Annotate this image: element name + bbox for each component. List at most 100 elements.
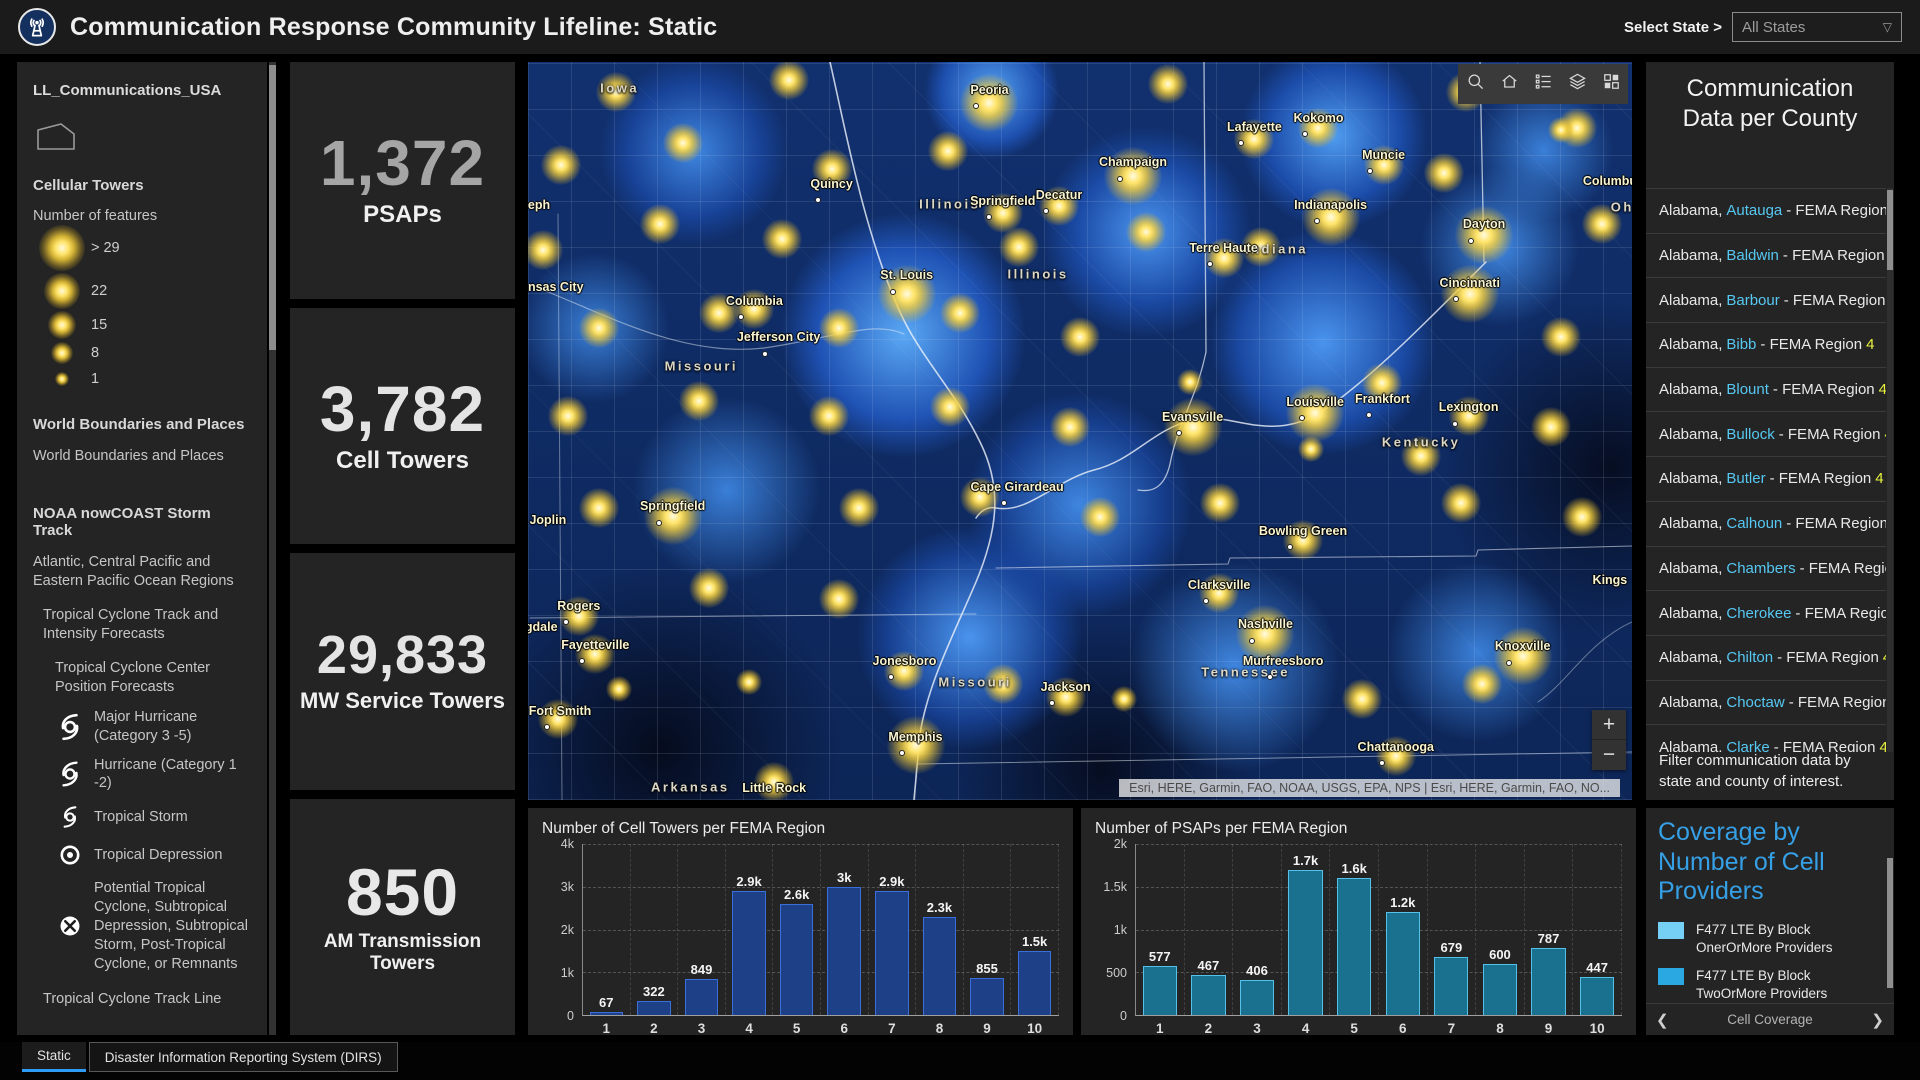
state-dropdown[interactable]: All States ▽	[1732, 12, 1902, 42]
county-scrollbar[interactable]	[1887, 188, 1893, 752]
home-button[interactable]	[1492, 64, 1526, 104]
legend-scrollbar-thumb[interactable]	[269, 65, 276, 350]
x-tick-label: 7	[869, 1021, 916, 1036]
bar-region-6[interactable]: 3k	[827, 887, 861, 1015]
bar-region-2[interactable]: 467	[1191, 975, 1225, 1015]
bar-value-label: 787	[1538, 931, 1560, 946]
county-list-item[interactable]: Alabama,Autauga- FEMA Region4	[1646, 188, 1886, 233]
bar-value-label: 849	[691, 962, 713, 977]
city-label: Bowling Green	[1259, 524, 1347, 538]
bar-region-10[interactable]: 1.5k	[1018, 951, 1052, 1015]
city-marker-dot	[1468, 238, 1474, 244]
bar-region-5[interactable]: 2.6k	[780, 904, 814, 1015]
bar-region-8[interactable]: 2.3k	[923, 917, 957, 1015]
county-list-item[interactable]: Alabama,Choctaw- FEMA Region4	[1646, 680, 1886, 725]
county-list-item[interactable]: Alabama,Chilton- FEMA Region4	[1646, 635, 1886, 680]
bar-region-7[interactable]: 679	[1434, 957, 1468, 1015]
bar-region-6[interactable]: 1.2k	[1386, 912, 1420, 1015]
bar-region-1[interactable]: 67	[590, 1012, 624, 1015]
bar-region-9[interactable]: 855	[970, 978, 1004, 1015]
tower-glow	[579, 308, 619, 348]
county-data-panel: Communication Data per County Alabama,Au…	[1646, 62, 1894, 800]
city-marker-dot	[762, 351, 768, 357]
county-list-item[interactable]: Alabama,Butler- FEMA Region4	[1646, 456, 1886, 501]
chart-title: Number of Cell Towers per FEMA Region	[542, 820, 1059, 838]
chart-column: 2.6k5	[773, 844, 821, 1015]
map[interactable]: IowaIllinoisIllinoisIndianaOhiMissouriMi…	[528, 62, 1632, 800]
county-list-item[interactable]: Alabama,Bibb- FEMA Region4	[1646, 322, 1886, 367]
county-region-value: 4	[1879, 739, 1886, 752]
bar-wrap: 855	[964, 844, 1011, 1015]
bar-region-9[interactable]: 787	[1531, 948, 1565, 1015]
tower-glow	[769, 62, 809, 100]
x-tick-label: 2	[631, 1021, 678, 1036]
coverage-scrollbar-thumb[interactable]	[1887, 858, 1893, 988]
x-tick-label: 1	[1136, 1021, 1184, 1036]
bar-region-3[interactable]: 849	[685, 979, 719, 1015]
legend-button[interactable]	[1526, 64, 1560, 104]
tower-glow	[1177, 369, 1203, 395]
county-state-prefix: Alabama,	[1659, 470, 1722, 487]
county-list-item[interactable]: Alabama,Cherokee- FEMA Region4	[1646, 590, 1886, 635]
city-label: Evansville	[1162, 410, 1223, 424]
bar-region-8[interactable]: 600	[1483, 964, 1517, 1015]
county-region-label: - FEMA Region	[1777, 649, 1879, 666]
county-list-item[interactable]: Alabama,Calhoun- FEMA Region4	[1646, 501, 1886, 546]
chart-column: 2.9k4	[726, 844, 774, 1015]
county-list-item[interactable]: Alabama,Bullock- FEMA Region4	[1646, 411, 1886, 456]
x-tick-label: 8	[916, 1021, 963, 1036]
city-label: Muncie	[1362, 148, 1405, 162]
bar-value-label: 67	[599, 995, 613, 1010]
bar-region-3[interactable]: 406	[1240, 980, 1274, 1015]
bar-region-4[interactable]: 2.9k	[732, 891, 766, 1015]
bar-region-4[interactable]: 1.7k	[1288, 870, 1322, 1015]
tower-glyph-cell	[33, 311, 91, 339]
storm-symbol-label: Tropical Storm	[94, 808, 188, 827]
city-marker-dot	[1379, 760, 1385, 766]
bar-region-1[interactable]: 577	[1143, 966, 1177, 1015]
city-label: Fayetteville	[561, 638, 629, 652]
bar-region-10[interactable]: 447	[1580, 977, 1614, 1015]
county-state-prefix: Alabama,	[1659, 247, 1722, 264]
chart-column: 2.9k7	[869, 844, 917, 1015]
bar-columns: 671322284932.9k42.6k53k62.9k72.3k885591.…	[583, 844, 1059, 1015]
zoom-in-button[interactable]: +	[1592, 710, 1626, 740]
county-list-item[interactable]: Alabama,Clarke- FEMA Region4	[1646, 724, 1886, 752]
county-name: Chambers	[1726, 560, 1795, 577]
chevron-right-icon[interactable]: ❯	[1871, 1011, 1884, 1029]
bar-region-7[interactable]: 2.9k	[875, 891, 909, 1015]
county-scrollbar-thumb[interactable]	[1887, 190, 1893, 270]
county-list-item[interactable]: Alabama,Baldwin- FEMA Region4	[1646, 233, 1886, 278]
legend-noaa-heading: NOAA nowCOAST Storm Track	[33, 505, 251, 539]
tab-static[interactable]: Static	[22, 1042, 86, 1072]
radio-tower-icon	[18, 8, 56, 46]
tab-disaster-information-reporting-system-dirs[interactable]: Disaster Information Reporting System (D…	[89, 1042, 398, 1072]
tower-glow	[1424, 153, 1464, 193]
bar-value-label: 1.7k	[1293, 853, 1318, 868]
zoom-out-button[interactable]: −	[1592, 740, 1626, 770]
header: Communication Response Community Lifelin…	[0, 0, 1920, 54]
stat-value: 850	[346, 859, 459, 925]
basemap-button[interactable]	[1594, 64, 1628, 104]
bar-value-label: 855	[976, 961, 998, 976]
storm-symbol-row: Tropical Depression	[55, 841, 251, 869]
hurricane-icon	[55, 760, 85, 788]
layers-button[interactable]	[1560, 64, 1594, 104]
search-button[interactable]	[1458, 64, 1492, 104]
chevron-left-icon[interactable]: ❮	[1656, 1011, 1669, 1029]
tower-glyph-cell	[33, 225, 91, 271]
county-name: Blount	[1726, 381, 1769, 398]
legend-icon	[1534, 72, 1553, 96]
county-list-item[interactable]: Alabama,Chambers- FEMA Region4	[1646, 546, 1886, 591]
bar-region-5[interactable]: 1.6k	[1337, 878, 1371, 1015]
county-list-item[interactable]: Alabama,Barbour- FEMA Region4	[1646, 277, 1886, 322]
city-label: Frankfort	[1355, 392, 1410, 406]
county-state-prefix: Alabama,	[1659, 381, 1722, 398]
y-axis-ticks: 4k3k2k1k0	[542, 844, 582, 1016]
plot-area: 671322284932.9k42.6k53k62.9k72.3k885591.…	[582, 844, 1059, 1016]
city-label: Lafayette	[1227, 120, 1282, 134]
legend-scrollbar[interactable]	[269, 62, 276, 1035]
county-region-label: - FEMA Region	[1779, 426, 1881, 443]
bar-region-2[interactable]: 322	[637, 1001, 671, 1015]
county-list-item[interactable]: Alabama,Blount- FEMA Region4	[1646, 367, 1886, 412]
